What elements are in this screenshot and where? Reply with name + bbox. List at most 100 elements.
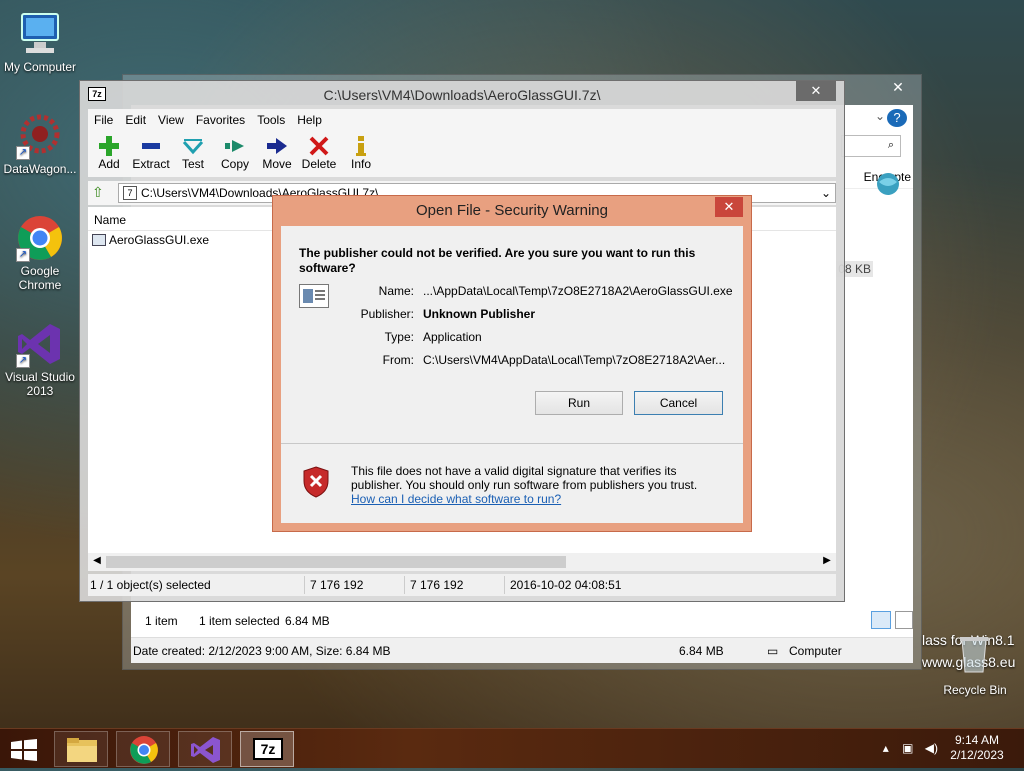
scroll-right-icon[interactable]: ▶ — [820, 555, 834, 566]
dialog-close-button[interactable]: ✕ — [715, 197, 743, 217]
run-button[interactable]: Run — [535, 391, 623, 415]
status-size: 6.84 MB — [285, 614, 330, 628]
shortcut-arrow-icon: ↗ — [16, 354, 30, 368]
status-size: 7 176 192 — [310, 578, 364, 592]
file-row[interactable]: AeroGlassGUI.exe — [92, 233, 209, 251]
minus-icon — [130, 135, 172, 157]
taskbar: 7z ▴ ▣ ◀) 9:14 AM 2/12/2023 — [0, 728, 1024, 768]
delete-label: Delete — [301, 157, 337, 171]
clock[interactable]: 9:14 AM 2/12/2023 — [942, 733, 1012, 763]
add-button[interactable]: Add — [88, 131, 130, 177]
visual-studio-icon: ↗ — [16, 320, 64, 368]
arrow-right-icon — [256, 135, 298, 157]
globe-icon[interactable] — [874, 170, 902, 198]
warning-text-block: This file does not have a valid digital … — [351, 464, 721, 506]
menu-edit[interactable]: Edit — [119, 113, 152, 127]
info-value: ...\AppData\Local\Temp\7zO8E2718A2\AeroG… — [423, 284, 733, 298]
test-button[interactable]: Test — [172, 131, 214, 177]
system-tray-icons: ▴ ▣ ◀) — [883, 741, 938, 755]
menu-favorites[interactable]: Favorites — [190, 113, 251, 127]
info-row-name: Name: ...\AppData\Local\Temp\7zO8E2718A2… — [339, 284, 733, 307]
chrome-icon — [130, 736, 158, 764]
explorer-details-bar: Date created: 2/12/2023 9:00 AM, Size: 6… — [131, 637, 913, 663]
check-icon — [172, 135, 214, 157]
up-folder-icon[interactable]: ⇧ — [92, 184, 110, 202]
chevron-down-icon[interactable]: ⌄ — [821, 186, 831, 200]
desktop-icon-google-chrome[interactable]: ↗ Google Chrome — [0, 214, 80, 292]
security-warning-dialog: Open File - Security Warning ✕ The publi… — [272, 195, 752, 532]
info-value: Application — [423, 330, 482, 344]
desktop-icon-label: DataWagon... — [3, 162, 77, 176]
taskbar-file-explorer[interactable] — [54, 731, 108, 767]
windows-start-icon[interactable] — [10, 739, 38, 761]
chevron-down-icon[interactable]: ⌄ — [875, 109, 885, 123]
application-icon — [299, 284, 329, 308]
info-row-type: Type: Application — [339, 330, 729, 353]
info-key: Publisher: — [360, 307, 414, 321]
7zip-status-bar: 1 / 1 object(s) selected 7 176 192 7 176… — [88, 574, 836, 596]
7zip-app-icon: 7z — [253, 738, 283, 760]
exe-file-icon — [92, 234, 106, 246]
details-text: Date created: 2/12/2023 9:00 AM, Size: 6… — [133, 644, 391, 658]
copy-button[interactable]: Copy — [214, 131, 256, 177]
7zip-titlebar[interactable]: 7z C:\Users\VM4\Downloads\AeroGlassGUI.7… — [80, 81, 844, 107]
status-item-count: 1 item — [145, 614, 178, 628]
dialog-title: Open File - Security Warning — [415, 202, 608, 219]
info-button[interactable]: Info — [340, 131, 382, 177]
7zip-toolbar: Add Extract Test Copy Move Delete Info — [88, 131, 836, 177]
extract-button[interactable]: Extract — [130, 131, 172, 177]
desktop-icon-datawagon[interactable]: ↗ DataWagon... — [0, 112, 80, 176]
file-info-grid: Name: ...\AppData\Local\Temp\7zO8E2718A2… — [339, 284, 733, 376]
computer-icon — [16, 10, 64, 58]
copy-label: Copy — [220, 157, 249, 171]
datawagon-icon: ↗ — [16, 112, 64, 160]
clock-time: 9:14 AM — [954, 733, 1000, 747]
computer-icon: ▭ — [767, 644, 779, 658]
status-packed: 7 176 192 — [410, 578, 464, 592]
scroll-left-icon[interactable]: ◀ — [90, 555, 104, 566]
move-button[interactable]: Move — [256, 131, 298, 177]
test-label: Test — [181, 157, 204, 171]
desktop-icon-visual-studio[interactable]: ↗ Visual Studio 2013 — [0, 320, 80, 398]
taskbar-7zip[interactable]: 7z — [240, 731, 294, 767]
chevron-up-icon[interactable]: ▴ — [883, 741, 889, 755]
explorer-close-button[interactable]: ✕ — [875, 75, 921, 99]
archive-icon: 7 — [123, 186, 137, 200]
delete-button[interactable]: Delete — [298, 131, 340, 177]
x-icon — [298, 135, 340, 157]
horizontal-scrollbar[interactable]: ◀ ▶ — [88, 553, 836, 571]
clock-date: 2/12/2023 — [950, 748, 1004, 762]
visual-studio-icon — [191, 737, 220, 763]
desktop-icon-label: Google Chrome — [18, 264, 62, 292]
add-label: Add — [98, 157, 120, 171]
menu-file[interactable]: File — [88, 113, 119, 127]
taskbar-chrome[interactable] — [116, 731, 170, 767]
search-input[interactable]: ⌕ — [841, 135, 901, 157]
dialog-question: The publisher could not be verified. Are… — [299, 246, 696, 275]
cancel-button[interactable]: Cancel — [634, 391, 723, 415]
status-selected: 1 / 1 object(s) selected — [90, 578, 211, 592]
help-link[interactable]: How can I decide what software to run? — [351, 492, 721, 506]
taskbar-visual-studio[interactable] — [178, 731, 232, 767]
close-icon[interactable]: ✕ — [796, 81, 836, 101]
large-icons-view-icon[interactable] — [895, 611, 913, 629]
desktop-icon-label: Visual Studio 2013 — [5, 370, 75, 398]
scrollbar-thumb[interactable] — [106, 556, 566, 568]
help-icon[interactable]: ? — [887, 109, 907, 127]
column-header-name[interactable]: Name — [94, 213, 126, 227]
recycle-bin-icon[interactable] — [956, 632, 992, 674]
desktop-icon-label: Recycle Bin — [943, 683, 1007, 697]
desktop-icon-my-computer[interactable]: My Computer — [0, 10, 80, 74]
extract-label: Extract — [132, 157, 170, 171]
menu-help[interactable]: Help — [291, 113, 328, 127]
shortcut-arrow-icon: ↗ — [16, 146, 30, 160]
folder-icon — [67, 738, 97, 762]
menu-tools[interactable]: Tools — [251, 113, 291, 127]
details-view-icon[interactable] — [871, 611, 891, 629]
network-icon[interactable]: ▣ — [902, 741, 913, 755]
dialog-warning-section: This file does not have a valid digital … — [281, 444, 743, 523]
menu-view[interactable]: View — [152, 113, 190, 127]
volume-icon[interactable]: ◀) — [925, 741, 938, 755]
info-value: C:\Users\VM4\AppData\Local\Temp\7zO8E271… — [423, 353, 726, 367]
info-label: Info — [350, 157, 371, 171]
